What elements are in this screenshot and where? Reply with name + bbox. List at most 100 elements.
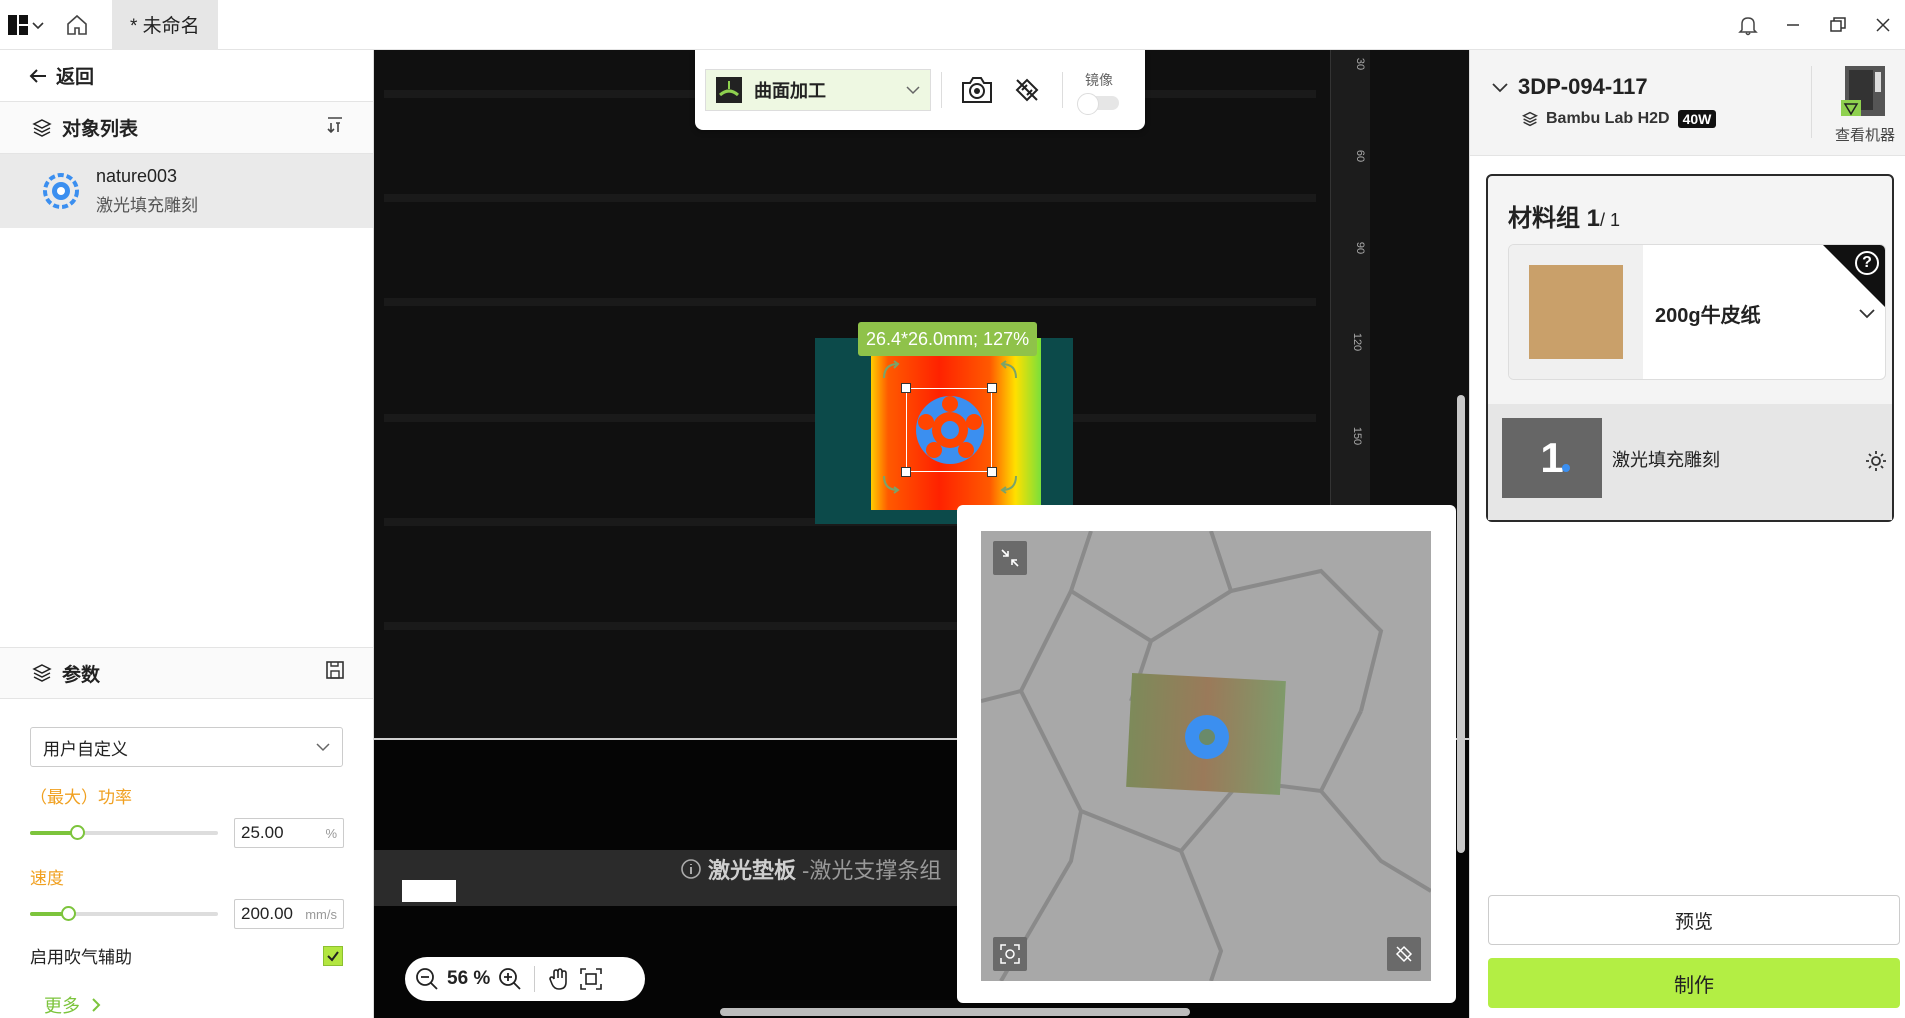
toolbar-divider: [1062, 72, 1063, 108]
material-group-title: 材料组 1/ 1: [1508, 198, 1620, 233]
camera-button[interactable]: [952, 65, 1002, 115]
air-assist-row: 启用吹气辅助: [30, 943, 343, 968]
window-controls: [1725, 0, 1905, 50]
pad-title: 激光垫板: [708, 858, 797, 883]
speed-input[interactable]: 200.00 mm/s: [234, 899, 344, 929]
vertical-scrollbar[interactable]: [1457, 395, 1465, 853]
fit-view-icon[interactable]: [579, 967, 603, 991]
checkmark-icon: [327, 950, 339, 962]
speed-value: 200.00: [241, 904, 293, 923]
more-link[interactable]: 更多: [44, 992, 373, 1018]
canvas-toolbar: 曲面加工 镜像: [695, 50, 1145, 130]
power-slider-knob[interactable]: [70, 825, 85, 840]
right-panel: 3DP-094-117 Bambu Lab H2D 40W 查看机器 材料组 1…: [1469, 50, 1905, 1018]
air-assist-label: 启用吹气辅助: [30, 948, 132, 967]
object-type: 激光填充雕刻: [96, 196, 198, 215]
chevron-down-icon: [32, 21, 44, 29]
params-section: 参数 用户自定义 （最大）功率 25.00 % 速度 200.00 mm/s 启…: [0, 647, 373, 1018]
left-panel: 返回 对象列表 nature003 激光填充雕刻 参数 用户自定义 （最大）功率…: [0, 50, 374, 1018]
curved-surface-icon: [716, 77, 742, 103]
params-title: 参数: [62, 664, 101, 686]
power-input[interactable]: 25.00 %: [234, 818, 344, 848]
save-icon: [326, 661, 344, 679]
zoom-bar: 56 %: [405, 957, 645, 1001]
selection-box[interactable]: [901, 383, 997, 477]
power-row: 25.00 %: [30, 818, 373, 848]
collapse-preview-button[interactable]: [993, 541, 1027, 575]
restore-button[interactable]: [1815, 0, 1860, 50]
chevron-down-icon: [316, 743, 330, 752]
process-layer-row[interactable]: 1 激光填充雕刻: [1488, 404, 1892, 520]
camera-view[interactable]: [981, 531, 1431, 981]
ruler-mark: 150: [1350, 426, 1363, 446]
notifications-button[interactable]: [1725, 0, 1770, 50]
chevron-down-icon: [1492, 83, 1508, 93]
gear-icon[interactable]: [1865, 450, 1887, 472]
mirror-toggle[interactable]: [1077, 93, 1119, 115]
preview-align-button[interactable]: [1387, 937, 1421, 971]
app-menu-button[interactable]: [0, 0, 52, 50]
resize-handle[interactable]: [901, 383, 911, 393]
preset-select[interactable]: 用户自定义: [30, 727, 343, 767]
air-assist-checkbox[interactable]: [323, 945, 343, 966]
rotate-handle-icon[interactable]: [996, 360, 1020, 384]
machine-model: Bambu Lab H2D: [1546, 110, 1670, 127]
params-header: 参数: [0, 647, 373, 699]
chevron-right-icon: [92, 998, 101, 1012]
zoom-level: 56 %: [447, 968, 491, 989]
layers-icon: [32, 118, 52, 137]
more-label: 更多: [44, 996, 80, 1016]
object-list-item[interactable]: nature003 激光填充雕刻: [0, 154, 373, 228]
resize-handle[interactable]: [987, 383, 997, 393]
collapse-icon: [1001, 549, 1019, 567]
align-button[interactable]: [1002, 65, 1052, 115]
home-button[interactable]: [52, 0, 102, 50]
layer-number: 1: [1502, 418, 1602, 498]
vertical-ruler: 30 60 90 120 150: [1330, 50, 1370, 505]
back-button[interactable]: 返回: [0, 50, 373, 102]
sort-icon: [327, 116, 342, 133]
close-button[interactable]: [1860, 0, 1905, 50]
layers-icon: [32, 664, 52, 682]
processing-mode-select[interactable]: 曲面加工: [705, 69, 931, 111]
machine-card: 3DP-094-117 Bambu Lab H2D 40W 查看机器: [1470, 50, 1905, 156]
zoom-out-icon[interactable]: [415, 967, 439, 991]
objects-title: 对象列表: [62, 119, 139, 140]
align-tool-icon: [1015, 78, 1039, 102]
material-group: 材料组 1/ 1 200g牛皮纸 ? 1 激光填充雕刻: [1486, 174, 1894, 522]
help-icon[interactable]: ?: [1855, 251, 1879, 275]
align-tool-icon: [1395, 945, 1413, 963]
horizontal-scrollbar[interactable]: [720, 1008, 1190, 1016]
machine-divider: [1811, 66, 1812, 138]
back-label: 返回: [56, 67, 95, 88]
material-group-total: / 1: [1600, 210, 1621, 230]
app-logo-icon: [8, 14, 28, 35]
machine-selector[interactable]: 3DP-094-117: [1492, 74, 1648, 100]
power-slider[interactable]: [30, 825, 218, 840]
ruler-mark: 120: [1350, 332, 1363, 352]
power-badge: 40W: [1677, 110, 1717, 128]
minimize-button[interactable]: [1770, 0, 1815, 50]
preview-refresh-button[interactable]: [993, 937, 1027, 971]
material-name: 200g牛皮纸: [1655, 305, 1761, 327]
processing-mode-value: 曲面加工: [754, 81, 826, 101]
make-button[interactable]: 制作: [1488, 958, 1900, 1008]
speed-slider-knob[interactable]: [61, 906, 76, 921]
captured-flower-icon: [1185, 715, 1229, 759]
sort-button[interactable]: [325, 115, 345, 141]
view-machine-button[interactable]: 查看机器: [1831, 64, 1899, 145]
material-card[interactable]: 200g牛皮纸 ?: [1508, 244, 1886, 380]
pan-hand-icon[interactable]: [547, 967, 571, 991]
rotate-handle-icon[interactable]: [880, 470, 904, 494]
speed-slider[interactable]: [30, 906, 218, 921]
minimize-icon: [1786, 24, 1799, 26]
rotate-handle-icon[interactable]: [880, 360, 904, 384]
zoom-in-icon[interactable]: [498, 967, 522, 991]
camera-refresh-icon: [1000, 944, 1020, 964]
rotate-handle-icon[interactable]: [996, 470, 1020, 494]
chevron-down-icon[interactable]: [1859, 305, 1875, 321]
document-tab[interactable]: * 未命名: [112, 0, 218, 50]
save-preset-button[interactable]: [325, 660, 345, 686]
preview-button[interactable]: 预览: [1488, 895, 1900, 945]
toolbar-divider: [941, 72, 942, 108]
